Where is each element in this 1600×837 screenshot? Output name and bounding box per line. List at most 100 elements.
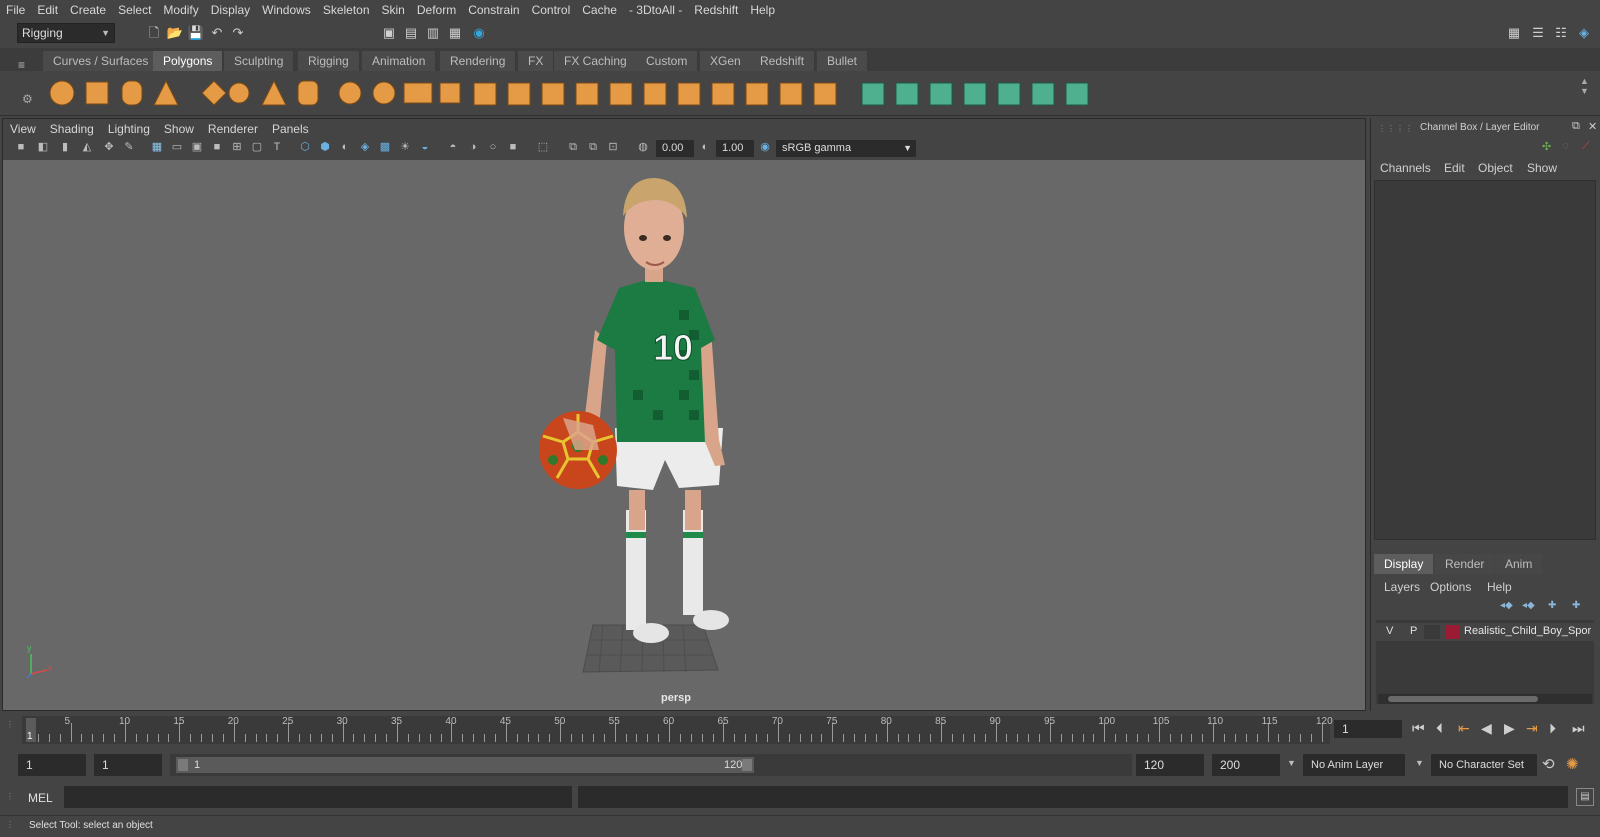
bookmark-icon[interactable]: ▮ bbox=[58, 140, 72, 154]
gamma-icon[interactable]: ◐ bbox=[698, 140, 712, 154]
layer-tab-display[interactable]: Display bbox=[1374, 554, 1434, 574]
go-to-end-icon[interactable]: ⏭ bbox=[1572, 720, 1585, 737]
panel-menu-renderer[interactable]: Renderer bbox=[208, 122, 258, 136]
perspective-viewport[interactable]: 10 y x persp bbox=[3, 160, 1365, 710]
field-chart-icon[interactable]: ⊞ bbox=[230, 140, 244, 154]
menu-redshift[interactable]: Redshift bbox=[694, 3, 738, 17]
menu-3dtoall[interactable]: - 3DtoAll - bbox=[629, 3, 682, 17]
color-management-icon[interactable]: ◉ bbox=[758, 140, 772, 154]
attribute-editor-icon[interactable]: ☰ bbox=[1529, 24, 1547, 42]
command-input[interactable] bbox=[64, 786, 572, 808]
layer-scrollbar-thumb[interactable] bbox=[1388, 696, 1538, 702]
panel-menu-panels[interactable]: Panels bbox=[272, 122, 309, 136]
xray-joints-icon[interactable]: ⧉ bbox=[566, 140, 580, 154]
animation-preferences-icon[interactable]: ✺ bbox=[1566, 755, 1579, 773]
tab-fx-caching[interactable]: FX Caching bbox=[554, 51, 638, 71]
tab-fx[interactable]: FX bbox=[518, 51, 555, 71]
timeline-drag-handle[interactable]: ⋮ bbox=[6, 720, 14, 729]
tab-xgen[interactable]: XGen bbox=[700, 51, 752, 71]
layer-row[interactable]: V P Realistic_Child_Boy_Spor bbox=[1376, 623, 1594, 641]
grid-icon[interactable]: ▦ bbox=[150, 140, 164, 154]
exposure-field[interactable]: 0.00 bbox=[656, 140, 694, 157]
layer-tab-anim[interactable]: Anim bbox=[1495, 554, 1543, 574]
auto-key-icon[interactable]: ⟲ bbox=[1542, 755, 1555, 773]
menu-control[interactable]: Control bbox=[532, 3, 571, 17]
step-back-key-icon[interactable]: ⇤ bbox=[1458, 720, 1470, 737]
play-forwards-icon[interactable]: ▶ bbox=[1504, 720, 1515, 737]
playback-start-field[interactable]: 1 bbox=[94, 754, 162, 776]
view-transform-dropdown[interactable]: sRGB gamma ▼ bbox=[776, 140, 916, 157]
channel-list-area[interactable] bbox=[1374, 180, 1596, 540]
tab-custom[interactable]: Custom bbox=[636, 51, 699, 71]
layer-scrollbar[interactable] bbox=[1378, 694, 1592, 704]
safe-title-icon[interactable]: T bbox=[270, 140, 284, 154]
menu-windows[interactable]: Windows bbox=[262, 3, 311, 17]
image-plane-icon[interactable]: ◭ bbox=[80, 140, 94, 154]
move-layer-down-icon[interactable]: ◂◆ bbox=[1522, 600, 1535, 611]
range-end-grip[interactable] bbox=[742, 759, 752, 771]
move-layer-up-icon[interactable]: ◂◆ bbox=[1500, 600, 1513, 611]
panel-menu-lighting[interactable]: Lighting bbox=[108, 122, 150, 136]
use-all-lights-icon[interactable]: ▩ bbox=[378, 140, 392, 154]
channel-box-icon[interactable]: ◈ bbox=[1575, 24, 1593, 42]
save-scene-icon[interactable]: 💾 bbox=[187, 24, 205, 42]
channel-menu-edit[interactable]: Edit bbox=[1444, 161, 1465, 175]
current-frame-field[interactable]: 1 bbox=[1334, 720, 1402, 738]
safe-action-icon[interactable]: ▢ bbox=[250, 140, 264, 154]
range-slider-handle[interactable]: 1 120 bbox=[176, 757, 754, 773]
channel-menu-object[interactable]: Object bbox=[1478, 161, 1513, 175]
channel-hyper-icon[interactable]: ⟋ bbox=[1582, 140, 1590, 153]
gate-mask-icon[interactable]: ■ bbox=[210, 140, 224, 154]
anti-aliasing-icon[interactable]: ◑ bbox=[466, 140, 480, 154]
step-forward-key-icon[interactable]: ⇥ bbox=[1526, 720, 1538, 737]
camera-icon[interactable]: ■ bbox=[14, 140, 28, 154]
render-settings-icon[interactable]: ▦ bbox=[446, 24, 464, 42]
motion-blur-icon[interactable]: ◓ bbox=[446, 140, 460, 154]
chevron-down-icon[interactable]: ▼ bbox=[1415, 758, 1424, 768]
gamma-field[interactable]: 1.00 bbox=[716, 140, 754, 157]
backface-culling-icon[interactable]: ⊡ bbox=[606, 140, 620, 154]
smooth-shade-icon[interactable]: ⬢ bbox=[318, 140, 332, 154]
menu-cache[interactable]: Cache bbox=[582, 3, 617, 17]
tab-rendering[interactable]: Rendering bbox=[440, 51, 517, 71]
shelf-scroll-icon[interactable]: ▲ ▼ bbox=[1580, 76, 1589, 96]
shelf-settings-icon[interactable]: ⚙ bbox=[22, 92, 33, 106]
shelf-menu-icon[interactable]: ≡ bbox=[18, 58, 32, 72]
layer-playback-toggle[interactable]: P bbox=[1410, 625, 1417, 637]
channel-menu-show[interactable]: Show bbox=[1527, 161, 1557, 175]
textured-icon[interactable]: ◈ bbox=[358, 140, 372, 154]
render-view-icon[interactable]: ▣ bbox=[380, 24, 398, 42]
close-icon[interactable]: ✕ bbox=[1588, 120, 1597, 133]
menu-modify[interactable]: Modify bbox=[163, 3, 198, 17]
channel-axis-icon[interactable]: ✣ bbox=[1542, 140, 1551, 153]
new-layer-icon[interactable]: ✚ bbox=[1548, 600, 1556, 611]
menu-display[interactable]: Display bbox=[211, 3, 250, 17]
menu-set-selector[interactable]: Rigging ▼ bbox=[17, 23, 115, 43]
channel-menu-channels[interactable]: Channels bbox=[1380, 161, 1431, 175]
command-language-label[interactable]: MEL bbox=[28, 791, 53, 805]
tab-curves-surfaces[interactable]: Curves / Surfaces bbox=[43, 51, 160, 71]
step-back-frame-icon[interactable]: ⏴ bbox=[1436, 720, 1443, 737]
wireframe-on-shaded-icon[interactable]: ◐ bbox=[338, 140, 352, 154]
camera-attributes-icon[interactable]: ◧ bbox=[36, 140, 50, 154]
step-forward-frame-icon[interactable]: ⏵ bbox=[1549, 720, 1556, 737]
menu-help[interactable]: Help bbox=[750, 3, 775, 17]
depth-of-field-icon[interactable]: ○ bbox=[486, 140, 500, 154]
layer-color-swatch[interactable] bbox=[1446, 625, 1460, 639]
float-panel-icon[interactable]: ⧉ bbox=[1572, 120, 1580, 133]
ambient-occlusion-icon[interactable]: ◒ bbox=[418, 140, 432, 154]
menu-deform[interactable]: Deform bbox=[417, 3, 456, 17]
scene-start-field[interactable]: 1 bbox=[18, 754, 86, 776]
tab-rigging[interactable]: Rigging bbox=[298, 51, 360, 71]
panel-menu-shading[interactable]: Shading bbox=[50, 122, 94, 136]
isolate-select-icon[interactable]: ■ bbox=[506, 140, 520, 154]
command-drag-handle[interactable]: ⋮ bbox=[6, 792, 14, 801]
redo-icon[interactable]: ↷ bbox=[229, 24, 247, 42]
resolution-gate-icon[interactable]: ▣ bbox=[190, 140, 204, 154]
undo-icon[interactable]: ↶ bbox=[208, 24, 226, 42]
panel-drag-handle[interactable]: ⋮⋮⋮⋮ bbox=[1378, 124, 1413, 133]
layer-menu-options[interactable]: Options bbox=[1430, 580, 1471, 594]
menu-select[interactable]: Select bbox=[118, 3, 151, 17]
wireframe-icon[interactable]: ⬡ bbox=[298, 140, 312, 154]
panel-menu-show[interactable]: Show bbox=[164, 122, 194, 136]
